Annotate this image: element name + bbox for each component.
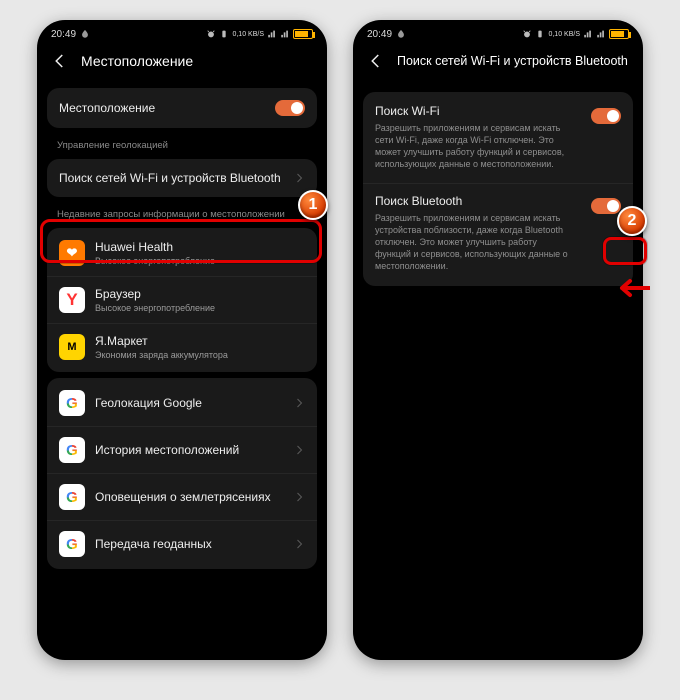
signal-icon (267, 29, 277, 39)
section-recent-label: Недавние запросы информации о местополож… (37, 203, 327, 222)
row-wifi-bt-scan[interactable]: Поиск сетей Wi-Fi и устройств Bluetooth (47, 161, 317, 195)
phone-right: 20:49 0,10 KB/S Поиск сете (353, 20, 643, 660)
row-app-huawei[interactable]: ❤ Huawei Health Высокое энергопотреблени… (47, 230, 317, 276)
wifi-scan-toggle[interactable] (591, 108, 621, 124)
arrow-left-icon (610, 278, 650, 298)
app-icon-browser: Y (59, 287, 85, 313)
chevron-right-icon (293, 397, 305, 409)
google-icon: G (59, 484, 85, 510)
google-share-label: Передача геоданных (95, 537, 283, 551)
row-app-market[interactable]: M Я.Маркет Экономия заряда аккумулятора (47, 323, 317, 370)
card-scan-options: Поиск Wi-Fi Разрешить приложениям и серв… (363, 92, 633, 286)
section-manage-label: Управление геолокацией (37, 134, 327, 153)
page-title: Местоположение (81, 53, 193, 69)
google-icon: G (59, 531, 85, 557)
card-recent-apps: ❤ Huawei Health Высокое энергопотреблени… (47, 228, 317, 372)
google-history-label: История местоположений (95, 443, 283, 457)
phone-left: 20:49 0,10 KB/S Местополож (37, 20, 327, 660)
app-huawei-sub: Высокое энергопотребление (95, 256, 305, 266)
bt-scan-title: Поиск Bluetooth (375, 194, 621, 208)
alarm-icon (206, 29, 216, 39)
app-icon-huawei: ❤ (59, 240, 85, 266)
callout-1: 1 (298, 190, 328, 220)
card-google-services: G Геолокация Google G История местополож… (47, 378, 317, 569)
google-icon: G (59, 390, 85, 416)
row-location-toggle[interactable]: Местоположение (47, 90, 317, 126)
battery-icon (609, 29, 629, 39)
chevron-right-icon (293, 172, 305, 184)
block-wifi-scan[interactable]: Поиск Wi-Fi Разрешить приложениям и серв… (363, 94, 633, 183)
row-google-location[interactable]: G Геолокация Google (47, 380, 317, 426)
leaf-icon (80, 29, 90, 39)
app-huawei-name: Huawei Health Высокое энергопотребление (95, 240, 305, 266)
scan-row-label: Поиск сетей Wi-Fi и устройств Bluetooth (59, 171, 283, 185)
chevron-right-icon (293, 538, 305, 550)
wifi-scan-desc: Разрешить приложениям и сервисам искать … (375, 122, 621, 171)
google-location-label: Геолокация Google (95, 396, 283, 410)
app-browser-sub: Высокое энергопотребление (95, 303, 305, 313)
bt-scan-toggle[interactable] (591, 198, 621, 214)
block-bt-scan[interactable]: Поиск Bluetooth Разрешить приложениям и … (363, 183, 633, 285)
title-bar: Поиск сетей Wi-Fi и устройств Bluetooth (353, 48, 643, 82)
bt-scan-desc: Разрешить приложениям и сервисам искать … (375, 212, 621, 273)
chevron-right-icon (293, 491, 305, 503)
status-bar: 20:49 0,10 KB/S (37, 20, 327, 48)
row-google-history[interactable]: G История местоположений (47, 426, 317, 473)
signal-icon (583, 29, 593, 39)
status-net-speed: 0,10 KB/S (232, 31, 264, 38)
app-icon-market: M (59, 334, 85, 360)
app-market-sub: Экономия заряда аккумулятора (95, 350, 305, 360)
status-time: 20:49 (367, 29, 392, 40)
title-bar: Местоположение (37, 48, 327, 82)
vibrate-icon (535, 29, 545, 39)
google-earthquake-label: Оповещения о землетрясениях (95, 490, 283, 504)
callout-2: 2 (617, 206, 647, 236)
status-net-speed: 0,10 KB/S (548, 31, 580, 38)
back-icon[interactable] (51, 52, 69, 70)
location-toggle-label: Местоположение (59, 101, 265, 115)
status-bar: 20:49 0,10 KB/S (353, 20, 643, 48)
google-icon: G (59, 437, 85, 463)
signal2-icon (596, 29, 606, 39)
back-icon[interactable] (367, 52, 385, 70)
leaf-icon (396, 29, 406, 39)
app-browser-name: Браузер Высокое энергопотребление (95, 287, 305, 313)
page-title: Поиск сетей Wi-Fi и устройств Bluetooth (397, 54, 628, 68)
chevron-right-icon (293, 444, 305, 456)
row-app-browser[interactable]: Y Браузер Высокое энергопотребление (47, 276, 317, 323)
card-scan: Поиск сетей Wi-Fi и устройств Bluetooth (47, 159, 317, 197)
signal2-icon (280, 29, 290, 39)
row-google-earthquake[interactable]: G Оповещения о землетрясениях (47, 473, 317, 520)
vibrate-icon (219, 29, 229, 39)
row-google-share[interactable]: G Передача геоданных (47, 520, 317, 567)
card-location-toggle: Местоположение (47, 88, 317, 128)
alarm-icon (522, 29, 532, 39)
wifi-scan-title: Поиск Wi-Fi (375, 104, 621, 118)
app-market-name: Я.Маркет Экономия заряда аккумулятора (95, 334, 305, 360)
status-time: 20:49 (51, 29, 76, 40)
location-toggle[interactable] (275, 100, 305, 116)
battery-icon (293, 29, 313, 39)
